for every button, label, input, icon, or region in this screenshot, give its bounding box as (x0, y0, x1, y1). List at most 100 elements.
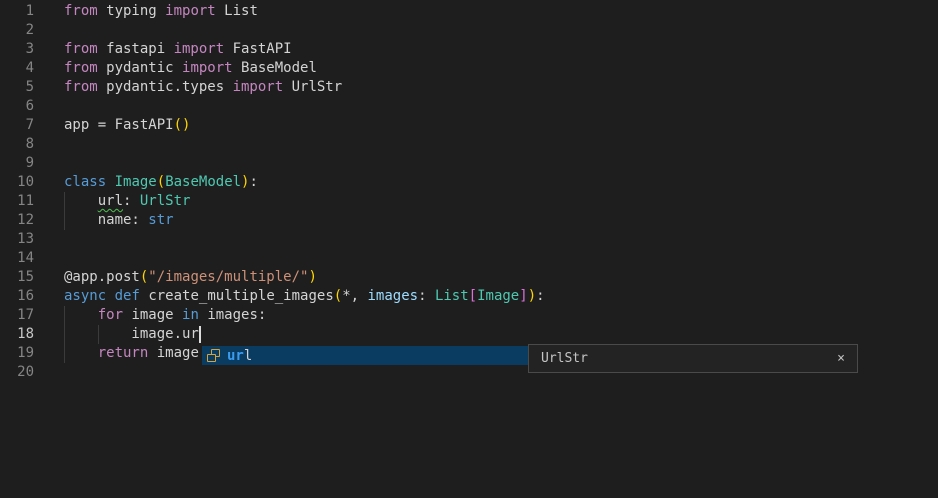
code-line[interactable]: from pydantic import BaseModel (34, 59, 938, 78)
editor-line: 18 image.ur (0, 325, 938, 344)
suggestion-detail-text: UrlStr (541, 351, 588, 366)
code-line[interactable]: @app.post("/images/multiple/") (34, 268, 938, 287)
code-token: for (98, 307, 123, 323)
suggestion-item[interactable]: url (202, 346, 528, 365)
code-token (106, 174, 114, 190)
line-number[interactable]: 18 (0, 325, 34, 344)
editor-lines: 1from typing import List23from fastapi i… (0, 2, 938, 382)
code-token: from (64, 41, 98, 57)
indent-guide (64, 192, 65, 211)
code-token: : (536, 288, 544, 304)
code-token: pydantic (98, 60, 182, 76)
code-token: BaseModel (165, 174, 241, 190)
code-token (64, 307, 98, 323)
line-number[interactable]: 2 (0, 21, 34, 40)
code-token: images: (199, 307, 266, 323)
line-number[interactable]: 9 (0, 154, 34, 173)
indent-guide (64, 325, 65, 344)
code-token: *, (342, 288, 367, 304)
suggestion-label: url (227, 348, 252, 364)
code-token: Image (115, 174, 157, 190)
line-number[interactable]: 12 (0, 211, 34, 230)
line-number[interactable]: 6 (0, 97, 34, 116)
code-token: url (98, 193, 123, 209)
line-number[interactable]: 10 (0, 173, 34, 192)
code-token: : (249, 174, 257, 190)
editor-line: 6 (0, 97, 938, 116)
editor-line: 12 name: str (0, 211, 938, 230)
field-icon (207, 349, 221, 362)
code-token: image (148, 345, 199, 361)
suggestion-label-rest: l (244, 348, 252, 364)
code-token: from (64, 79, 98, 95)
code-token (106, 288, 114, 304)
code-line[interactable]: for image in images: (34, 306, 938, 325)
indent-guide (64, 306, 65, 325)
code-line[interactable]: async def create_multiple_images(*, imag… (34, 287, 938, 306)
editor-line: 7app = FastAPI() (0, 116, 938, 135)
code-line[interactable] (34, 154, 938, 173)
code-token: pydantic.types (98, 79, 233, 95)
code-token: image.ur (64, 326, 199, 342)
line-number[interactable]: 1 (0, 2, 34, 21)
code-line[interactable]: image.ur (34, 325, 938, 344)
line-number[interactable]: 13 (0, 230, 34, 249)
line-number[interactable]: 17 (0, 306, 34, 325)
code-line[interactable] (34, 21, 938, 40)
editor-line: 9 (0, 154, 938, 173)
line-number[interactable]: 16 (0, 287, 34, 306)
code-line[interactable]: from pydantic.types import UrlStr (34, 78, 938, 97)
code-token: ( (334, 288, 342, 304)
code-token: "/images/multiple/" (148, 269, 308, 285)
code-token: ( (157, 174, 165, 190)
line-number[interactable]: 3 (0, 40, 34, 59)
code-token: List (216, 3, 258, 19)
editor-line: 3from fastapi import FastAPI (0, 40, 938, 59)
code-token: ) (528, 288, 536, 304)
code-token: BaseModel (233, 60, 317, 76)
editor-line: 4from pydantic import BaseModel (0, 59, 938, 78)
code-token: Image (477, 288, 519, 304)
code-line[interactable] (34, 97, 938, 116)
editor-line: 8 (0, 135, 938, 154)
editor-line: 5from pydantic.types import UrlStr (0, 78, 938, 97)
code-token: () (174, 117, 191, 133)
code-token: UrlStr (283, 79, 342, 95)
line-number[interactable]: 4 (0, 59, 34, 78)
code-line[interactable]: from typing import List (34, 2, 938, 21)
editor-line: 10class Image(BaseModel): (0, 173, 938, 192)
code-token: [ (469, 288, 477, 304)
code-token: import (165, 3, 216, 19)
code-token: import (182, 60, 233, 76)
indent-guide (98, 325, 99, 344)
code-line[interactable]: app = FastAPI() (34, 116, 938, 135)
code-line[interactable] (34, 249, 938, 268)
line-number[interactable]: 14 (0, 249, 34, 268)
line-number[interactable]: 7 (0, 116, 34, 135)
code-line[interactable] (34, 135, 938, 154)
code-line[interactable]: from fastapi import FastAPI (34, 40, 938, 59)
code-token: ] (519, 288, 527, 304)
code-token: List (435, 288, 469, 304)
code-token: return (98, 345, 149, 361)
line-number[interactable]: 20 (0, 363, 34, 382)
code-token: fastapi (98, 41, 174, 57)
code-token: import (233, 79, 284, 95)
code-token (64, 193, 98, 209)
code-token (64, 345, 98, 361)
line-number[interactable]: 11 (0, 192, 34, 211)
line-number[interactable]: 15 (0, 268, 34, 287)
code-token: create_multiple_images (140, 288, 334, 304)
line-number[interactable]: 19 (0, 344, 34, 363)
code-line[interactable] (34, 230, 938, 249)
code-token: image (123, 307, 182, 323)
line-number[interactable]: 8 (0, 135, 34, 154)
editor-line: 11 url: UrlStr (0, 192, 938, 211)
line-number[interactable]: 5 (0, 78, 34, 97)
close-icon[interactable]: × (837, 352, 845, 365)
indent-guide (64, 344, 65, 363)
code-line[interactable]: class Image(BaseModel): (34, 173, 938, 192)
code-line[interactable]: name: str (34, 211, 938, 230)
code-line[interactable]: url: UrlStr (34, 192, 938, 211)
code-token: in (182, 307, 199, 323)
